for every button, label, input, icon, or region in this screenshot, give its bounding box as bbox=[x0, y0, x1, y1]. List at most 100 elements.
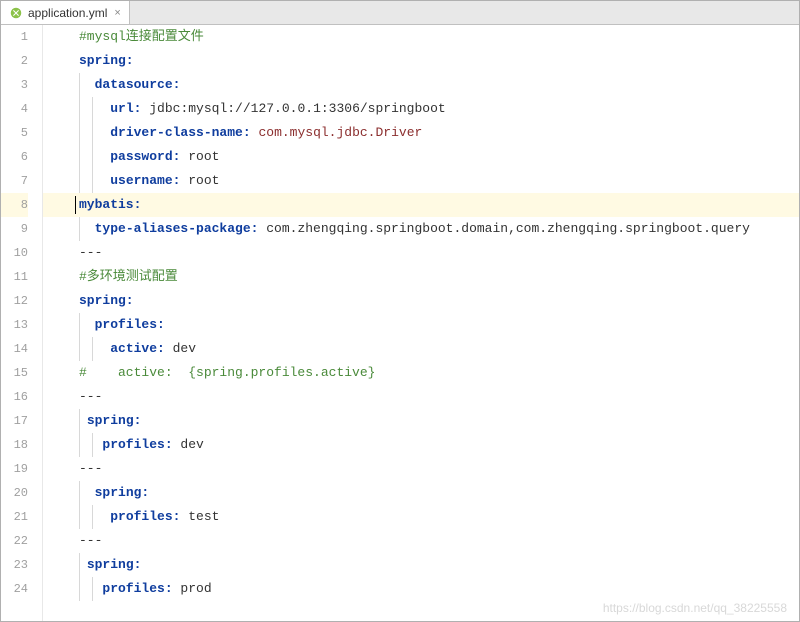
code-token: test bbox=[180, 509, 219, 524]
line-number: 3 bbox=[1, 73, 28, 97]
close-icon[interactable]: × bbox=[114, 7, 120, 19]
code-line[interactable]: # active: {spring.profiles.active} bbox=[61, 361, 799, 385]
guide-segment bbox=[43, 409, 61, 433]
code-line[interactable]: spring: bbox=[61, 553, 799, 577]
guide-segment bbox=[43, 265, 61, 289]
line-gutter: 123456789101112131415161718192021222324 bbox=[1, 25, 43, 621]
tab-bar: application.yml × bbox=[1, 1, 799, 25]
guide-segment bbox=[43, 193, 61, 217]
guide-segment bbox=[43, 25, 61, 49]
code-token: mybatis: bbox=[79, 197, 141, 212]
line-number: 22 bbox=[1, 529, 28, 553]
code-line[interactable]: --- bbox=[61, 457, 799, 481]
tab-filename: application.yml bbox=[28, 6, 107, 20]
code-line[interactable]: #多环境测试配置 bbox=[61, 265, 799, 289]
guide-segment bbox=[43, 553, 61, 577]
code-line[interactable]: url: jdbc:mysql://127.0.0.1:3306/springb… bbox=[61, 97, 799, 121]
code-token: active: bbox=[110, 341, 165, 356]
line-number: 14 bbox=[1, 337, 28, 361]
line-number: 10 bbox=[1, 241, 28, 265]
guide-segment bbox=[43, 361, 61, 385]
guide-segment bbox=[43, 529, 61, 553]
code-line[interactable]: spring: bbox=[61, 409, 799, 433]
guide-segment bbox=[43, 73, 61, 97]
line-number: 24 bbox=[1, 577, 28, 601]
code-token: # active: {spring.profiles.active} bbox=[79, 365, 375, 380]
code-token: datasource: bbox=[95, 77, 181, 92]
code-token: com.zhengqing.springboot.domain,com.zhen… bbox=[258, 221, 749, 236]
code-line[interactable]: active: dev bbox=[61, 337, 799, 361]
line-number: 19 bbox=[1, 457, 28, 481]
code-token: username: bbox=[110, 173, 180, 188]
line-number: 2 bbox=[1, 49, 28, 73]
code-line[interactable]: profiles: dev bbox=[61, 433, 799, 457]
line-number: 5 bbox=[1, 121, 28, 145]
code-token: prod bbox=[173, 581, 212, 596]
guide-segment bbox=[43, 577, 61, 601]
guide-segment bbox=[43, 481, 61, 505]
line-number: 9 bbox=[1, 217, 28, 241]
code-token: spring: bbox=[79, 293, 134, 308]
guide-segment bbox=[43, 97, 61, 121]
indent-guide-column bbox=[43, 25, 61, 621]
guide-segment bbox=[43, 169, 61, 193]
code-token: spring: bbox=[87, 557, 142, 572]
code-token: dev bbox=[173, 437, 204, 452]
line-number: 12 bbox=[1, 289, 28, 313]
text-cursor bbox=[75, 196, 76, 214]
code-line[interactable]: --- bbox=[61, 529, 799, 553]
file-tab[interactable]: application.yml × bbox=[1, 1, 130, 24]
code-editor[interactable]: 123456789101112131415161718192021222324 … bbox=[1, 25, 799, 621]
code-line[interactable]: profiles: bbox=[61, 313, 799, 337]
line-number: 4 bbox=[1, 97, 28, 121]
code-token: root bbox=[180, 173, 219, 188]
line-number: 8 bbox=[1, 193, 28, 217]
code-line[interactable]: profiles: prod bbox=[61, 577, 799, 601]
code-line[interactable]: type-aliases-package: com.zhengqing.spri… bbox=[61, 217, 799, 241]
code-line[interactable]: password: root bbox=[61, 145, 799, 169]
guide-segment bbox=[43, 121, 61, 145]
line-number: 23 bbox=[1, 553, 28, 577]
code-line[interactable]: spring: bbox=[61, 481, 799, 505]
line-number: 1 bbox=[1, 25, 28, 49]
guide-segment bbox=[43, 289, 61, 313]
yaml-file-icon bbox=[9, 6, 23, 20]
guide-segment bbox=[43, 457, 61, 481]
code-area[interactable]: #mysql连接配置文件 spring: datasource: url: jdb… bbox=[61, 25, 799, 621]
guide-segment bbox=[43, 505, 61, 529]
code-line[interactable]: profiles: test bbox=[61, 505, 799, 529]
code-line[interactable]: datasource: bbox=[61, 73, 799, 97]
guide-segment bbox=[43, 241, 61, 265]
code-token: jdbc:mysql://127.0.0.1:3306/springboot bbox=[141, 101, 445, 116]
code-token: --- bbox=[79, 461, 102, 476]
code-token: root bbox=[180, 149, 219, 164]
code-line[interactable]: --- bbox=[61, 385, 799, 409]
code-token: url: bbox=[110, 101, 141, 116]
code-line[interactable]: spring: bbox=[61, 289, 799, 313]
guide-segment bbox=[43, 49, 61, 73]
code-token: --- bbox=[79, 533, 102, 548]
code-token: profiles: bbox=[110, 509, 180, 524]
line-number: 21 bbox=[1, 505, 28, 529]
code-token: --- bbox=[79, 389, 102, 404]
guide-segment bbox=[43, 145, 61, 169]
guide-segment bbox=[43, 433, 61, 457]
guide-segment bbox=[43, 313, 61, 337]
code-line[interactable]: driver-class-name: com.mysql.jdbc.Driver bbox=[61, 121, 799, 145]
line-number: 6 bbox=[1, 145, 28, 169]
guide-segment bbox=[43, 385, 61, 409]
code-token: type-aliases-package: bbox=[95, 221, 259, 236]
code-token: profiles: bbox=[102, 437, 172, 452]
code-line[interactable]: username: root bbox=[61, 169, 799, 193]
code-line[interactable]: mybatis: bbox=[61, 193, 799, 217]
code-token: spring: bbox=[95, 485, 150, 500]
code-token: password: bbox=[110, 149, 180, 164]
code-line[interactable]: #mysql连接配置文件 bbox=[61, 25, 799, 49]
line-number: 18 bbox=[1, 433, 28, 457]
code-line[interactable]: --- bbox=[61, 241, 799, 265]
code-token: profiles: bbox=[102, 581, 172, 596]
code-line[interactable]: spring: bbox=[61, 49, 799, 73]
line-number: 16 bbox=[1, 385, 28, 409]
code-token: #mysql连接配置文件 bbox=[79, 29, 204, 44]
code-token: com.mysql.jdbc.Driver bbox=[258, 125, 422, 140]
